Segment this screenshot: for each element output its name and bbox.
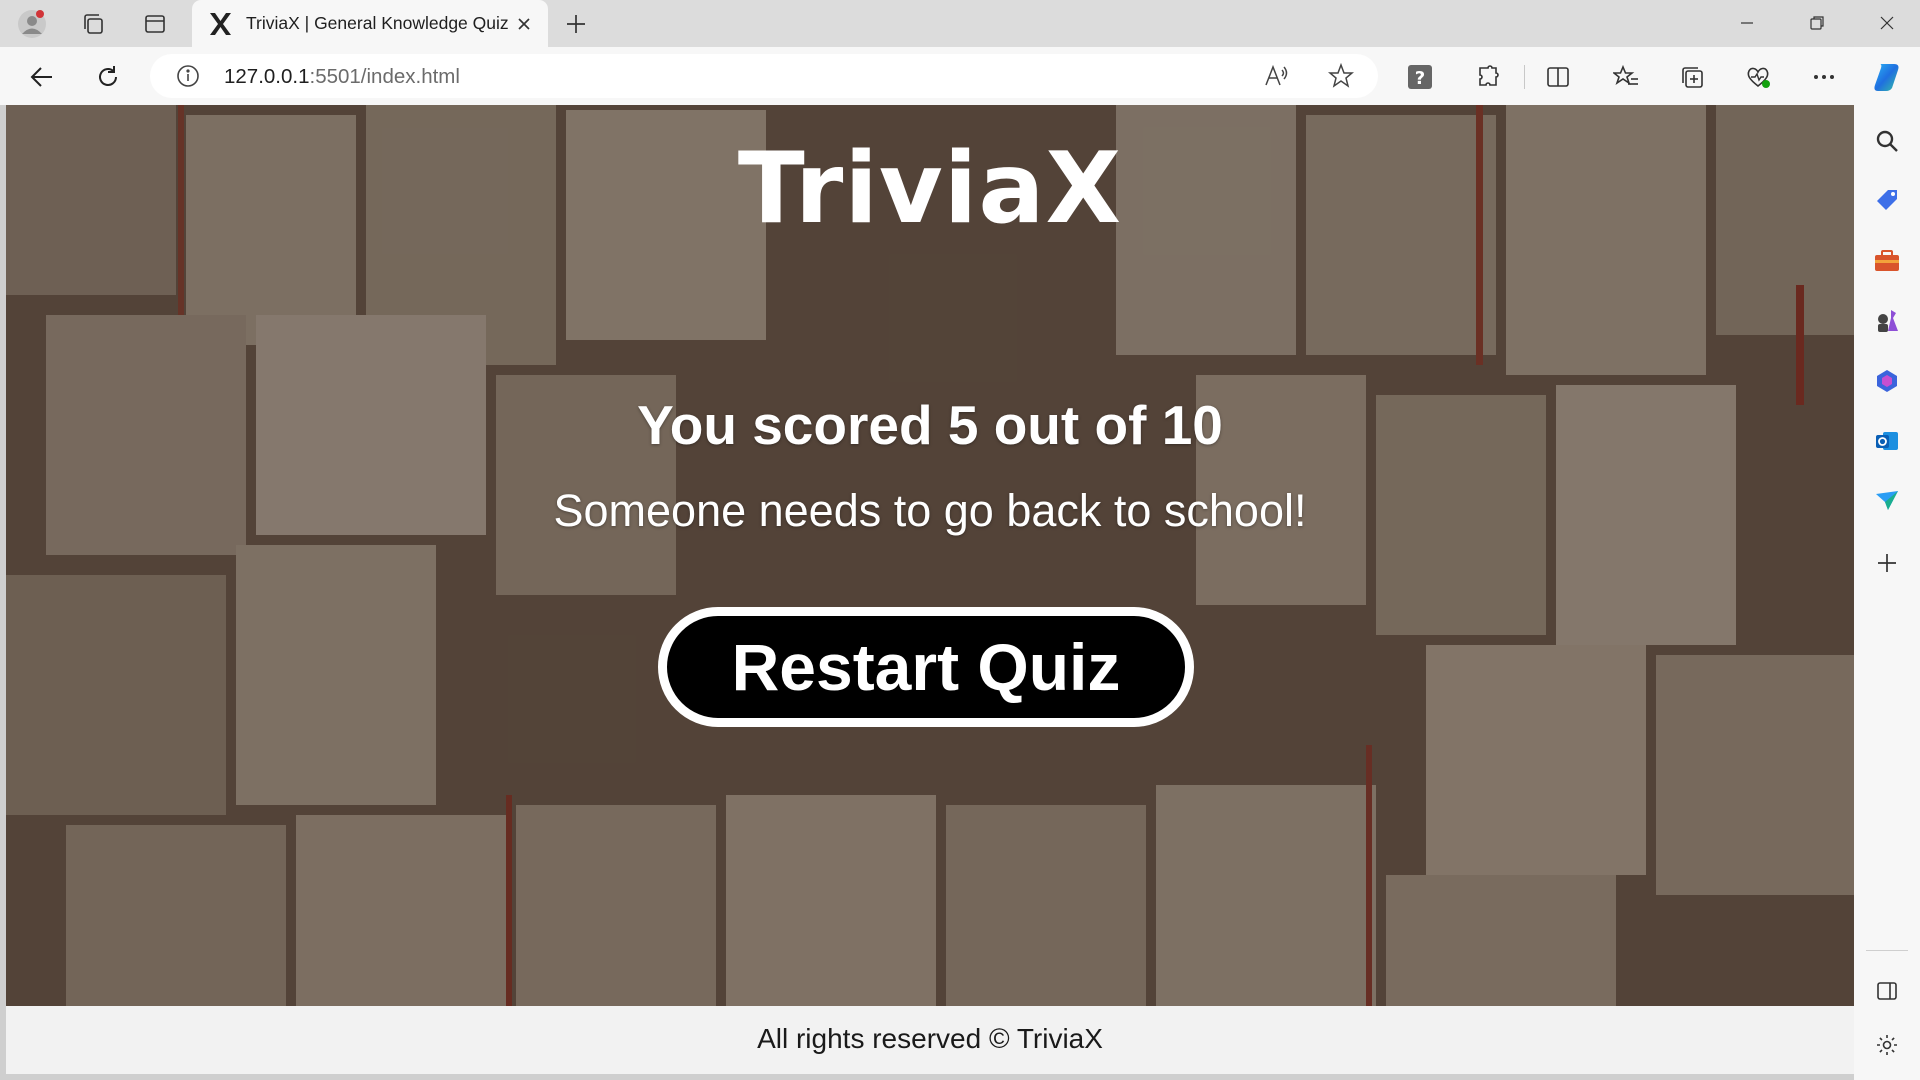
browser-toolbar: 127.0.0.1:5501/index.html ? [0, 47, 1920, 105]
close-window-button[interactable] [1852, 0, 1920, 46]
copilot-icon[interactable] [1869, 59, 1905, 95]
more-options-icon[interactable] [1806, 59, 1842, 95]
sidebar-games-icon[interactable] [1869, 303, 1905, 339]
sidebar-microsoft365-icon[interactable] [1869, 363, 1905, 399]
favorite-star-icon[interactable] [1327, 62, 1355, 94]
sidebar-settings-icon[interactable] [1869, 1027, 1905, 1063]
triviax-favicon-icon [206, 10, 234, 38]
sidebar-shopping-icon[interactable] [1869, 183, 1905, 219]
url-text[interactable]: 127.0.0.1:5501/index.html [224, 65, 460, 89]
minimize-button[interactable] [1712, 0, 1782, 46]
sidebar-send-icon[interactable] [1869, 483, 1905, 519]
svg-text:?: ? [1415, 68, 1425, 89]
sidebar-tools-icon[interactable] [1869, 243, 1905, 279]
extensions-icon[interactable] [1470, 59, 1506, 95]
help-extension-icon[interactable]: ? [1402, 59, 1438, 95]
active-tab[interactable]: TriviaX | General Knowledge Quiz [192, 0, 548, 48]
read-aloud-icon[interactable] [1264, 64, 1290, 93]
sidebar-add-icon[interactable] [1869, 545, 1905, 581]
vertical-tabs-icon[interactable] [139, 8, 171, 40]
sidebar-outlook-icon[interactable] [1869, 423, 1905, 459]
restart-quiz-button[interactable]: Restart Quiz [658, 607, 1194, 727]
back-button[interactable] [24, 59, 60, 95]
feedback-message: Someone needs to go back to school! [553, 485, 1307, 536]
restore-button[interactable] [1782, 0, 1852, 46]
collections-icon[interactable] [1674, 59, 1710, 95]
site-info-icon[interactable] [176, 64, 200, 93]
favorites-icon[interactable] [1608, 59, 1644, 95]
tab-title: TriviaX | General Knowledge Quiz [246, 13, 509, 33]
score-heading: You scored 5 out of 10 [637, 394, 1223, 456]
address-bar[interactable]: 127.0.0.1:5501/index.html [150, 54, 1378, 98]
sidebar-panel-toggle-icon[interactable] [1869, 973, 1905, 1009]
tab-strip: TriviaX | General Knowledge Quiz [0, 0, 1920, 48]
page-footer: All rights reserved © TriviaX [6, 1006, 1854, 1074]
page-viewport: TriviaX You scored 5 out of 10 Someone n… [6, 105, 1854, 1006]
edge-sidebar [1854, 105, 1920, 1080]
split-screen-icon[interactable] [1540, 59, 1576, 95]
tab-close-icon[interactable] [512, 12, 536, 36]
new-tab-button[interactable] [560, 8, 592, 40]
sidebar-search-icon[interactable] [1869, 123, 1905, 159]
browser-essentials-icon[interactable] [1740, 59, 1776, 95]
triviax-logo: TriviaX [737, 132, 1123, 246]
reload-button[interactable] [90, 59, 126, 95]
profile-avatar-icon[interactable] [16, 8, 48, 40]
workspaces-icon[interactable] [77, 8, 109, 40]
